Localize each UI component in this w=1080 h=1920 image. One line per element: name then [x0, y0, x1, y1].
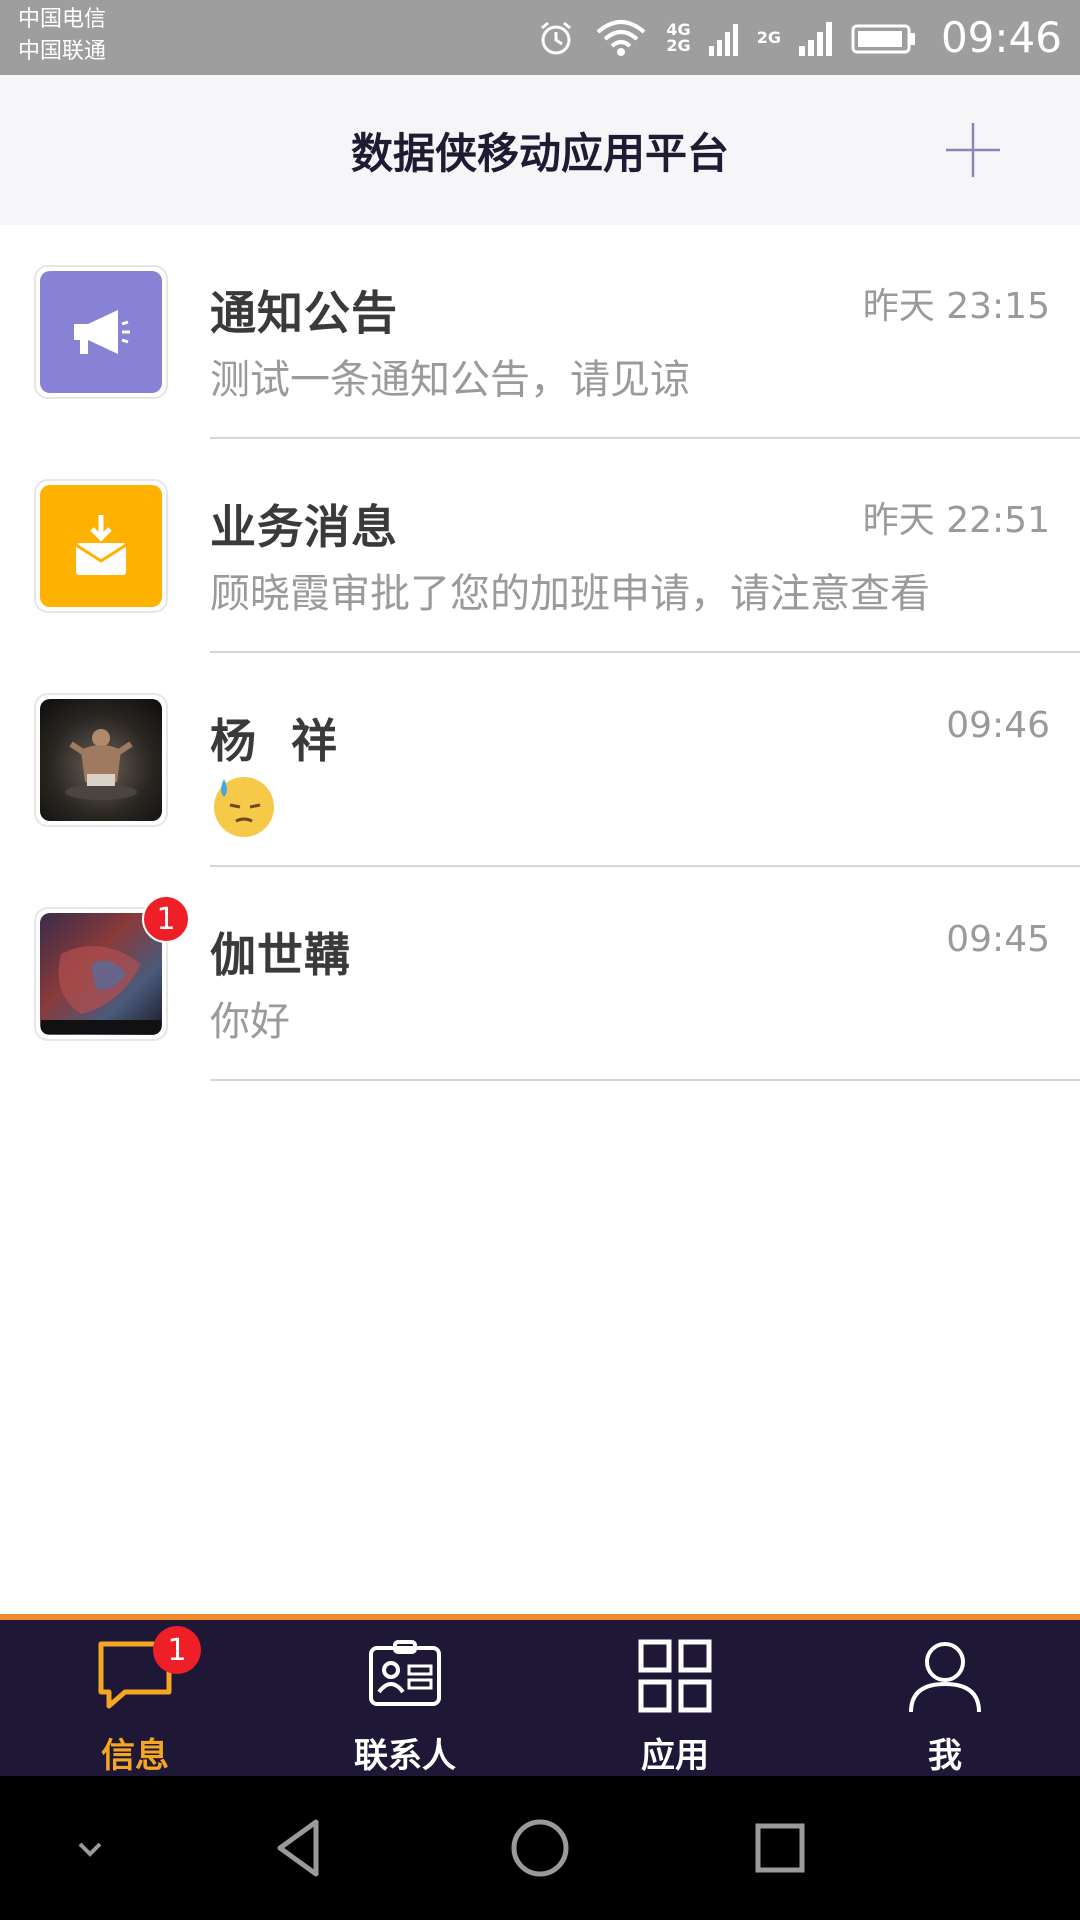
conversation-item-notice[interactable]: 通知公告 昨天 23:15 测试一条通知公告，请见谅 [0, 225, 1080, 439]
conversation-name: 伽世鞲 [210, 928, 351, 982]
unread-badge: 1 [142, 895, 190, 943]
conversation-time: 09:46 [946, 705, 1050, 746]
plus-icon[interactable] [944, 121, 1002, 179]
person-photo-icon [65, 729, 137, 800]
tab-badge: 1 [153, 1626, 201, 1674]
tab-label: 应用 [641, 1736, 709, 1776]
avatar [34, 693, 168, 827]
conversation-item-yangxiang[interactable]: 杨 祥 09:46 [0, 653, 1080, 867]
person-icon [905, 1636, 985, 1716]
conversation-time: 09:45 [946, 919, 1050, 960]
net-2g-label-b: 2G [756, 27, 781, 47]
conversation-time: 昨天 23:15 [862, 286, 1050, 327]
alarm-icon [541, 21, 572, 54]
wifi-icon [597, 19, 646, 56]
carrier-1: 中国电信 [18, 7, 107, 32]
carrier-info: 中国电信 中国联通 [18, 4, 106, 68]
signal-icon-1 [708, 23, 738, 56]
contact-card-icon [365, 1636, 445, 1716]
conversation-preview: 你好 [210, 999, 290, 1045]
photo-avatar [40, 913, 162, 1035]
recent-apps-icon[interactable] [744, 1812, 816, 1884]
tattoo-photo-icon [41, 946, 161, 1034]
conversation-item-business[interactable]: 业务消息 昨天 22:51 顾晓霞审批了您的加班申请，请注意查看 [0, 439, 1080, 653]
tab-messages[interactable]: 1 信息 [0, 1620, 270, 1776]
tab-me[interactable]: 我 [810, 1620, 1080, 1776]
sweat-emoji-icon [214, 777, 274, 837]
tab-apps[interactable]: 应用 [540, 1620, 810, 1776]
network-type-2g: 2G [756, 27, 781, 47]
battery-icon [851, 24, 915, 53]
avatar: 1 [34, 895, 190, 1041]
page-title: 数据侠移动应用平台 [350, 128, 729, 178]
conversation-item-jiashi[interactable]: 1 伽世鞲 09:45 你好 [0, 867, 1080, 1081]
conversation-name: 通知公告 [210, 286, 398, 340]
conversation-name: 杨 祥 [210, 714, 339, 768]
status-bar: 中国电信 中国联通 4G 2G 2G 09:46 [0, 0, 1080, 75]
tab-label: 信息 [101, 1736, 169, 1776]
home-icon[interactable] [504, 1812, 576, 1884]
mail-avatar [40, 485, 162, 607]
grid-icon [635, 1636, 715, 1716]
status-time: 09:46 [940, 13, 1062, 62]
conversation-preview [210, 775, 278, 849]
carrier-2: 中国联通 [18, 39, 107, 64]
signal-icon-2 [798, 21, 832, 56]
divider [210, 1079, 1080, 1081]
conversation-preview: 顾晓霞审批了您的加班申请，请注意查看 [210, 571, 930, 617]
chat-bubble-icon: 1 [95, 1626, 201, 1716]
megaphone-icon [74, 310, 130, 354]
chevron-down-icon[interactable] [54, 1812, 126, 1884]
avatar [34, 265, 168, 399]
conversation-time: 昨天 22:51 [862, 500, 1050, 541]
tab-contacts[interactable]: 联系人 [270, 1620, 540, 1776]
bottom-tab-bar: 1 信息 联系人 应用 我 [0, 1614, 1080, 1776]
conversation-list: 通知公告 昨天 23:15 测试一条通知公告，请见谅 业务消息 昨天 22:51… [0, 225, 1080, 1081]
net-2g-label: 2G [666, 35, 691, 55]
megaphone-avatar [40, 271, 162, 393]
photo-avatar [40, 699, 162, 821]
tab-label: 我 [928, 1736, 962, 1776]
conversation-preview: 测试一条通知公告，请见谅 [210, 357, 690, 403]
tab-label: 联系人 [354, 1736, 456, 1776]
back-icon[interactable] [264, 1812, 336, 1884]
download-mail-icon [75, 515, 127, 575]
conversation-name: 业务消息 [210, 500, 398, 554]
status-icons: 4G 2G 2G 09:46 [536, 0, 1062, 75]
network-type-4g-2g: 4G 2G [666, 21, 691, 55]
app-header: 数据侠移动应用平台 [0, 75, 1080, 225]
system-nav-bar [0, 1776, 1080, 1920]
screen: 中国电信 中国联通 4G 2G 2G 09:46 数据侠移动应用平台 通知公告 … [0, 0, 1080, 1920]
avatar [34, 479, 168, 613]
